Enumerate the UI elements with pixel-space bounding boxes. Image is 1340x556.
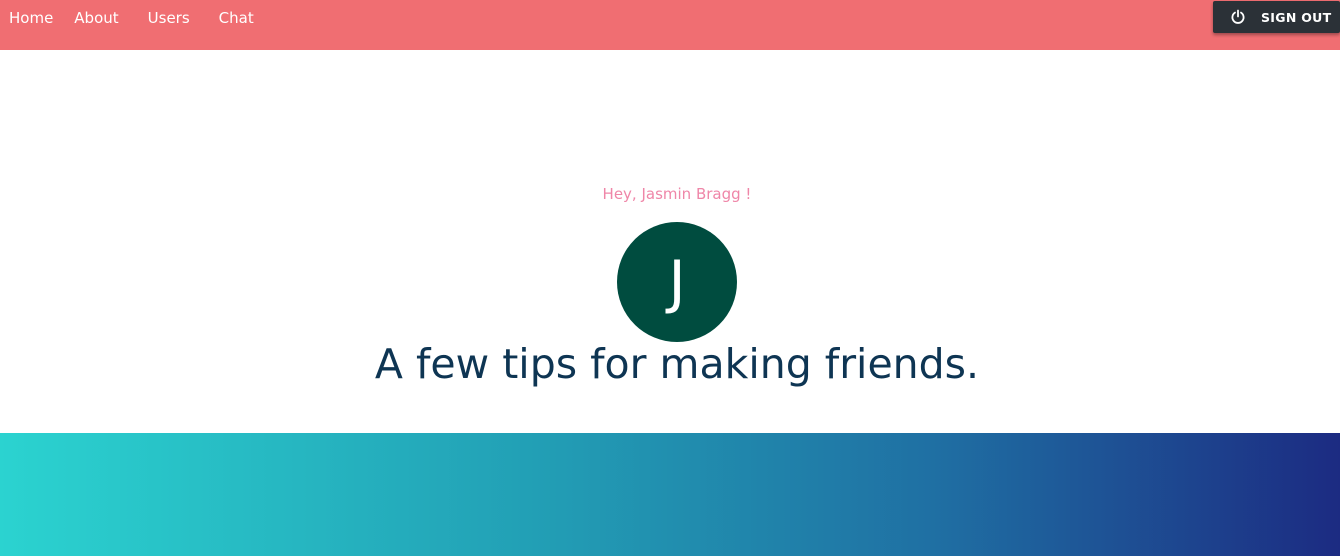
page-heading: A few tips for making friends. bbox=[374, 340, 980, 388]
sign-out-button[interactable]: SIGN OUT bbox=[1213, 1, 1340, 33]
avatar: J bbox=[617, 222, 737, 342]
nav-link-home[interactable]: Home bbox=[9, 9, 53, 27]
top-navbar: Home About Users Chat SIGN OUT bbox=[0, 0, 1340, 50]
sign-out-label: SIGN OUT bbox=[1261, 9, 1332, 25]
nav-link-chat[interactable]: Chat bbox=[219, 9, 254, 27]
gradient-banner bbox=[0, 433, 1340, 556]
nav-link-about[interactable]: About bbox=[74, 9, 118, 27]
avatar-initial: J bbox=[668, 248, 686, 316]
nav-link-users[interactable]: Users bbox=[148, 9, 190, 27]
greeting-text: Hey, Jasmin Bragg ! bbox=[602, 185, 752, 203]
nav-links: Home About Users Chat bbox=[0, 0, 283, 36]
power-icon bbox=[1230, 9, 1246, 25]
